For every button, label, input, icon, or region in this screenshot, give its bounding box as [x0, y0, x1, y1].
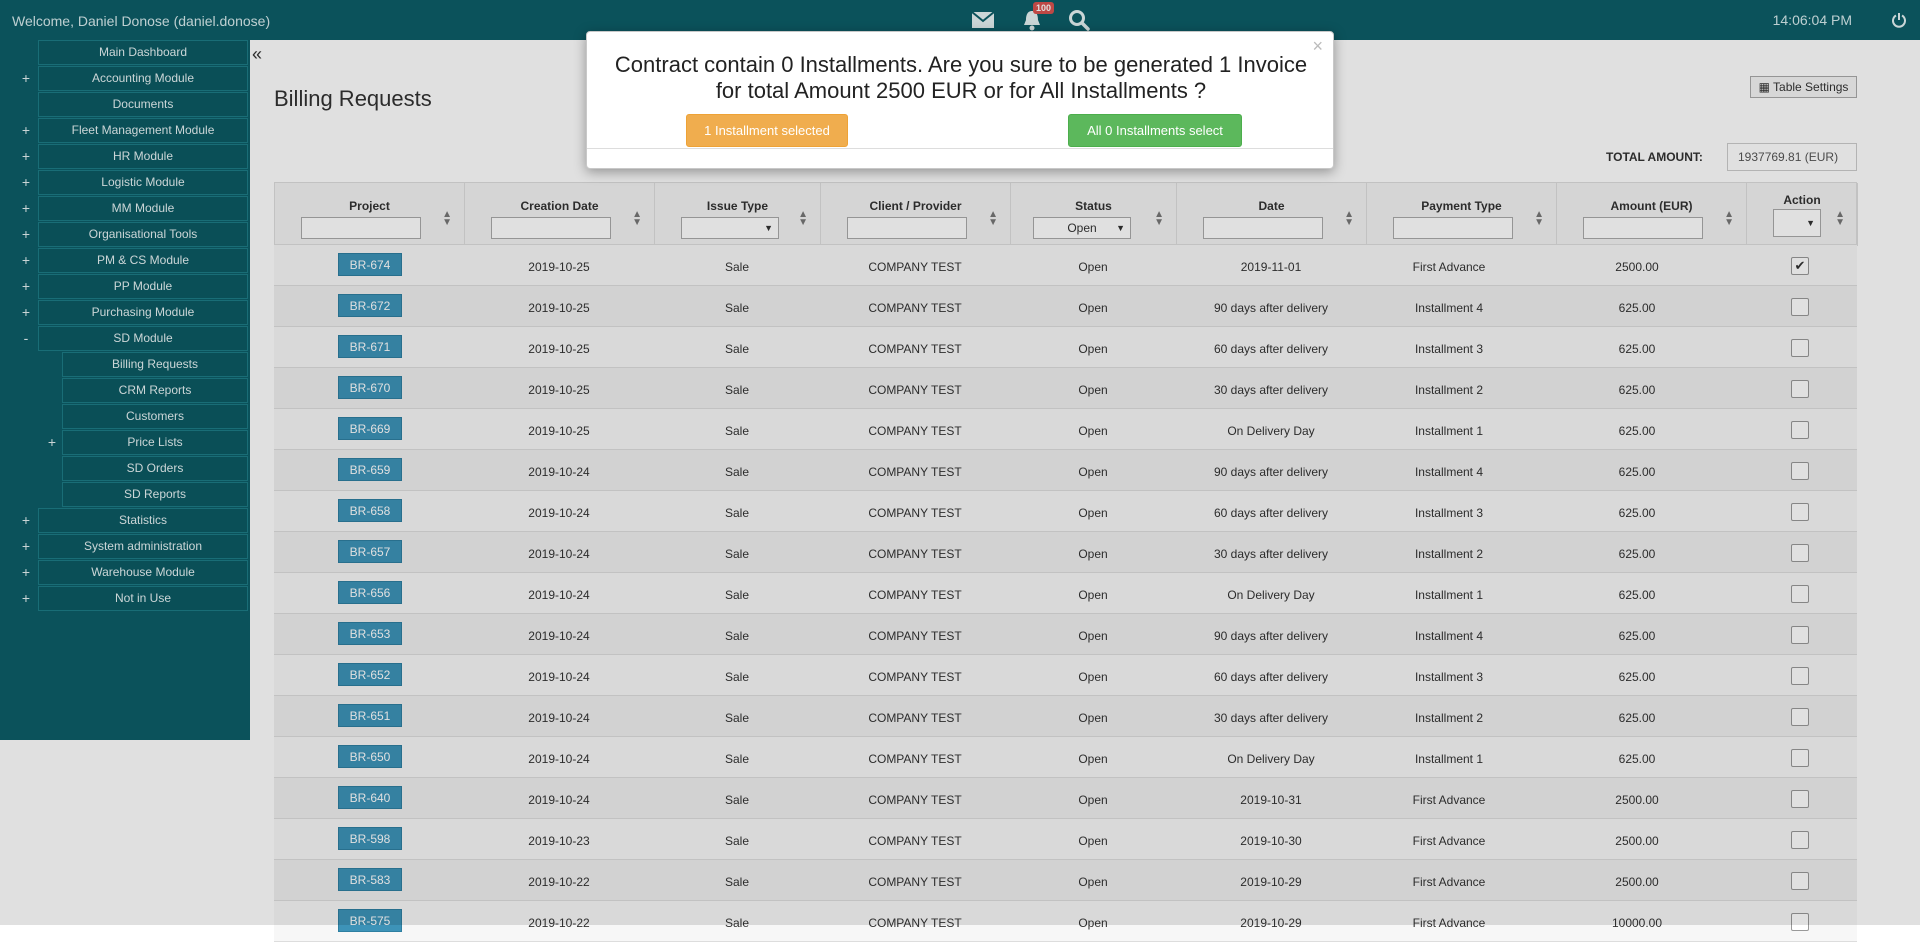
dialog-divider [587, 148, 1333, 149]
confirm-dialog: × Contract contain 0 Installments. Are y… [586, 31, 1334, 169]
dialog-message: Contract contain 0 Installments. Are you… [614, 52, 1308, 103]
all-installments-button[interactable]: All 0 Installments select [1068, 114, 1242, 147]
one-installment-button[interactable]: 1 Installment selected [686, 114, 848, 147]
